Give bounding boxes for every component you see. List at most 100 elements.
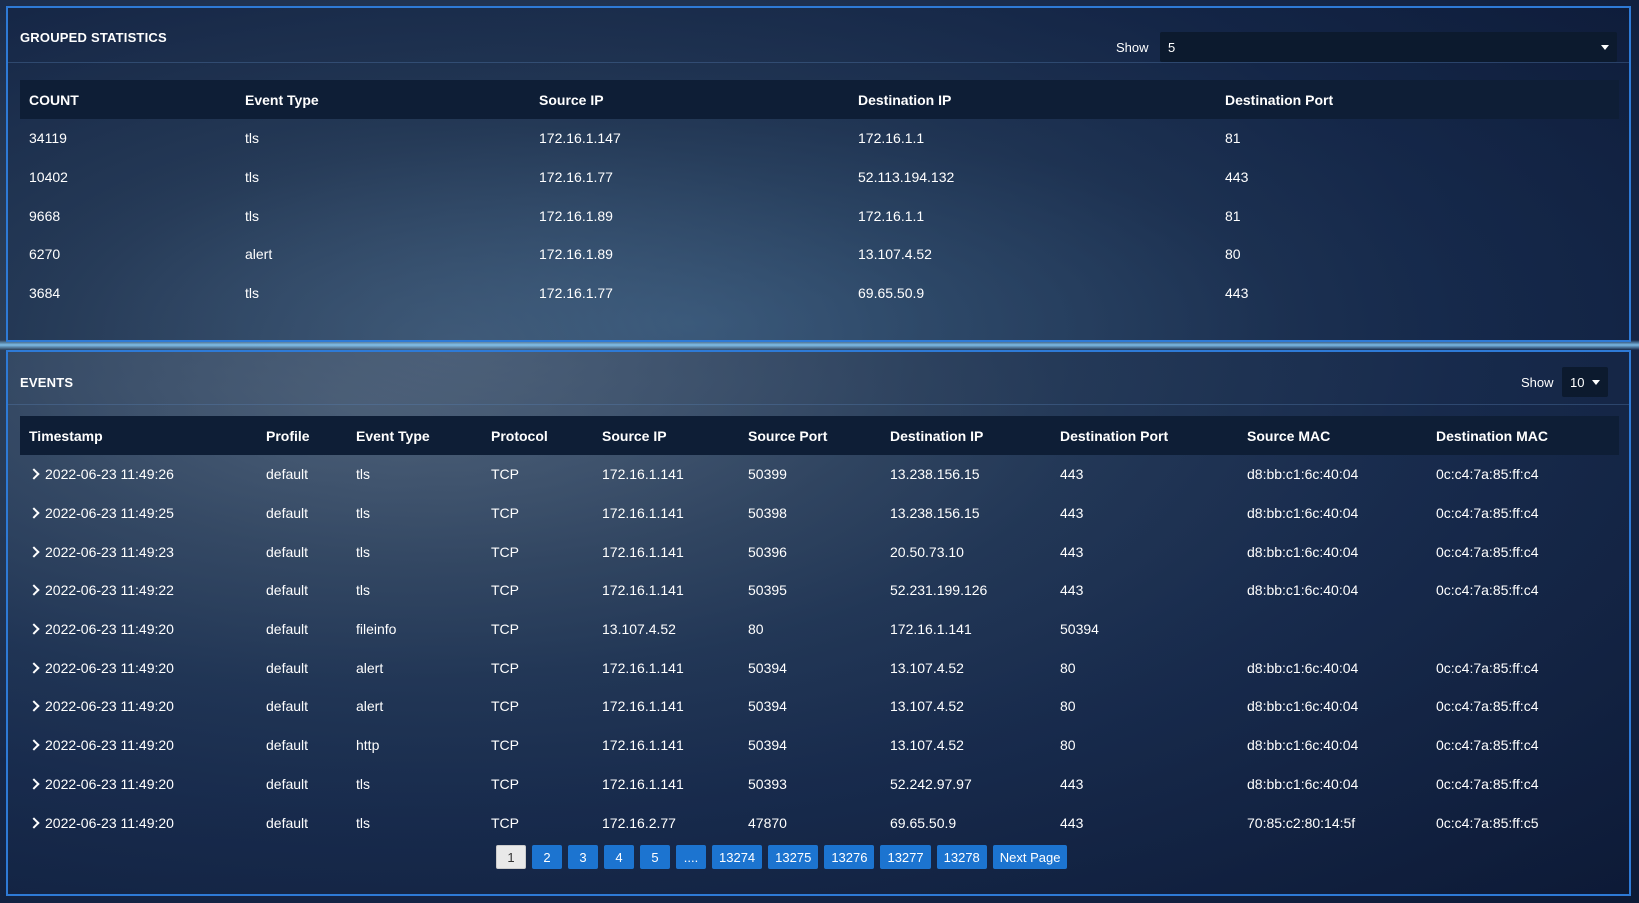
table-row[interactable]: 2022-06-23 11:49:26 default tls TCP 172.16.1…	[20, 455, 1619, 494]
page-button-2[interactable]: 2	[532, 845, 562, 869]
chevron-right-icon[interactable]	[28, 778, 40, 790]
cell-protocol: TCP	[491, 543, 519, 560]
cell-source-port: 47870	[748, 814, 787, 831]
cell-source-port: 50394	[748, 659, 787, 676]
chevron-right-icon[interactable]	[28, 468, 40, 481]
column-header-count[interactable]: COUNT	[20, 80, 236, 119]
cell-profile: default	[266, 466, 309, 483]
cell-source-mac: d8:bb:c1:6c:40:04	[1247, 737, 1359, 754]
page-button-13276[interactable]: 13276	[824, 845, 875, 869]
cell-protocol: TCP	[491, 659, 519, 676]
page-button-13274[interactable]: 13274	[712, 845, 763, 869]
cell-event-type: tls	[245, 285, 259, 302]
chevron-right-icon[interactable]	[28, 623, 40, 635]
chevron-right-icon[interactable]	[28, 739, 40, 751]
table-row: 9668 tls 172.16.1.89 172.16.1.1 81	[20, 196, 1619, 235]
chevron-right-icon[interactable]	[28, 662, 40, 674]
cell-source-port: 50393	[748, 775, 787, 792]
column-header-destination-port[interactable]: Destination Port	[1216, 80, 1619, 119]
table-row[interactable]: 2022-06-23 11:49:23 default tls TCP 172.16.1…	[20, 532, 1619, 571]
page-ellipsis-button[interactable]: ....	[676, 845, 706, 869]
column-header-destination-ip[interactable]: Destination IP	[849, 80, 1216, 119]
cell-destination-port: 443	[1060, 543, 1084, 560]
events-show-value: 10	[1570, 374, 1585, 390]
table-row[interactable]: 2022-06-23 11:49:20 default tls TCP 172.16.2…	[20, 803, 1619, 842]
column-header-source-mac[interactable]: Source MAC	[1238, 416, 1427, 455]
column-header-source-ip[interactable]: Source IP	[593, 416, 739, 455]
timestamp-text: 2022-06-23 11:49:20	[45, 775, 174, 792]
cell-count: 6270	[29, 246, 61, 263]
cell-source-ip: 172.16.1.141	[602, 775, 684, 792]
cell-source-ip: 172.16.1.141	[602, 543, 684, 560]
column-header-destination-ip[interactable]: Destination IP	[881, 416, 1051, 455]
table-row[interactable]: 2022-06-23 11:49:20 default http TCP 172.16.…	[20, 726, 1619, 765]
column-header-event-type[interactable]: Event Type	[236, 80, 530, 119]
chevron-right-icon[interactable]	[28, 584, 40, 597]
cell-protocol: TCP	[491, 621, 519, 638]
cell-source-ip: 172.16.1.141	[602, 737, 684, 754]
cell-destination-ip: 172.16.1.141	[890, 621, 972, 638]
cell-destination-ip: 52.113.194.132	[858, 169, 955, 186]
column-header-source-ip[interactable]: Source IP	[530, 80, 849, 119]
cell-source-ip: 13.107.4.52	[602, 621, 676, 638]
cell-source-ip: 172.16.1.77	[539, 169, 613, 186]
chevron-right-icon[interactable]	[28, 546, 40, 558]
table-row[interactable]: 2022-06-23 11:49:20 default alert TCP 172.16…	[20, 687, 1619, 726]
column-header-destination-port[interactable]: Destination Port	[1051, 416, 1238, 455]
cell-event-type: tls	[356, 505, 370, 522]
cell-destination-port: 443	[1060, 505, 1084, 522]
page-button-13278[interactable]: 13278	[936, 845, 987, 869]
next-page-button[interactable]: Next Page	[992, 845, 1068, 869]
column-header-event-type[interactable]: Event Type	[347, 416, 482, 455]
table-row[interactable]: 2022-06-23 11:49:20 default tls TCP 172.16.1…	[20, 765, 1619, 804]
cell-event-type: alert	[356, 659, 384, 676]
stats-show-select[interactable]: 5	[1160, 32, 1617, 62]
cell-event-type: http	[356, 737, 380, 754]
table-row[interactable]: 2022-06-23 11:49:20 default alert TCP 172.16…	[20, 648, 1619, 687]
column-header-destination-mac[interactable]: Destination MAC	[1427, 416, 1619, 455]
page-button-13275[interactable]: 13275	[768, 845, 819, 869]
cell-destination-ip: 13.107.4.52	[890, 659, 964, 676]
table-row[interactable]: 2022-06-23 11:49:22 default tls TCP 172.16.1…	[20, 571, 1619, 610]
column-header-protocol[interactable]: Protocol	[482, 416, 593, 455]
page-button-5[interactable]: 5	[640, 845, 670, 869]
timestamp-text: 2022-06-23 11:49:26	[45, 466, 174, 483]
cell-event-type: tls	[356, 814, 370, 831]
table-row[interactable]: 2022-06-23 11:49:25 default tls TCP 172.16.1…	[20, 494, 1619, 533]
cell-source-port: 50396	[748, 543, 787, 560]
cell-source-mac: d8:bb:c1:6c:40:04	[1247, 698, 1359, 715]
page-button-3[interactable]: 3	[568, 845, 598, 869]
cell-timestamp: 2022-06-23 11:49:20	[20, 610, 257, 649]
column-header-source-port[interactable]: Source Port	[739, 416, 881, 455]
cell-source-ip: 172.16.1.147	[539, 130, 621, 147]
chevron-right-icon[interactable]	[28, 700, 40, 713]
cell-profile: default	[266, 621, 309, 638]
timestamp-text: 2022-06-23 11:49:20	[45, 737, 174, 754]
chevron-right-icon[interactable]	[28, 816, 40, 829]
timestamp-text: 2022-06-23 11:49:25	[45, 505, 174, 522]
cell-destination-ip: 20.50.73.10	[890, 543, 964, 560]
timestamp-text: 2022-06-23 11:49:23	[45, 543, 174, 560]
column-header-profile[interactable]: Profile	[257, 416, 347, 455]
cell-source-port: 50394	[748, 698, 787, 715]
table-header: Timestamp Profile Event Type Protocol Source…	[20, 416, 1619, 455]
cell-protocol: TCP	[491, 505, 519, 522]
column-header-timestamp[interactable]: Timestamp	[20, 416, 257, 455]
cell-timestamp: 2022-06-23 11:49:26	[20, 455, 257, 494]
cell-source-ip: 172.16.1.141	[602, 582, 684, 599]
cell-destination-port: 81	[1225, 130, 1241, 147]
events-show-select[interactable]: 10	[1562, 367, 1608, 397]
cell-destination-mac: 0c:c4:7a:85:ff:c4	[1436, 737, 1539, 754]
page-button-4[interactable]: 4	[604, 845, 634, 869]
cell-count: 3684	[29, 285, 61, 302]
cell-event-type: fileinfo	[356, 621, 397, 638]
page-button-13277[interactable]: 13277	[880, 845, 931, 869]
page-button-1[interactable]: 1	[496, 845, 526, 869]
cell-source-mac: d8:bb:c1:6c:40:04	[1247, 543, 1359, 560]
chevron-right-icon[interactable]	[28, 507, 40, 519]
table-row[interactable]: 2022-06-23 11:49:20 default fileinfo TCP 13.…	[20, 610, 1619, 649]
timestamp-text: 2022-06-23 11:49:20	[45, 698, 174, 715]
cell-timestamp: 2022-06-23 11:49:20	[20, 726, 257, 765]
cell-timestamp: 2022-06-23 11:49:23	[20, 532, 257, 571]
grouped-statistics-panel: GROUPED STATISTICS Show 5 COUNT Event Typ…	[6, 6, 1631, 342]
